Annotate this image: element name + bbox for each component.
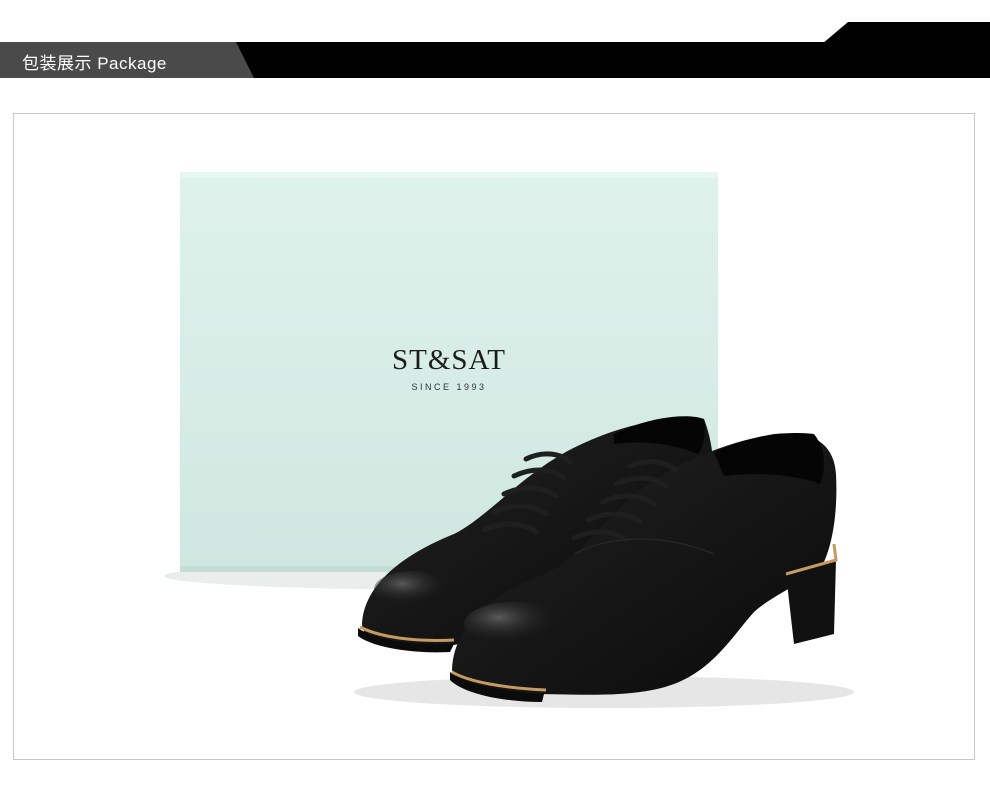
package-illustration	[164, 172, 854, 708]
left-shoe-shine	[374, 571, 454, 607]
section-title: 包装展示 Package	[22, 54, 167, 73]
box-lid-top-edge	[180, 172, 718, 178]
product-package-photo: ST&SAT SINCE 1993	[13, 113, 975, 760]
box-brand-logo: ST&SAT	[392, 344, 506, 376]
section-header: 包装展示 Package	[0, 22, 990, 78]
right-shoe-shine	[464, 602, 564, 646]
header-tab-shape	[822, 22, 990, 44]
box-brand-tagline: SINCE 1993	[411, 382, 487, 392]
